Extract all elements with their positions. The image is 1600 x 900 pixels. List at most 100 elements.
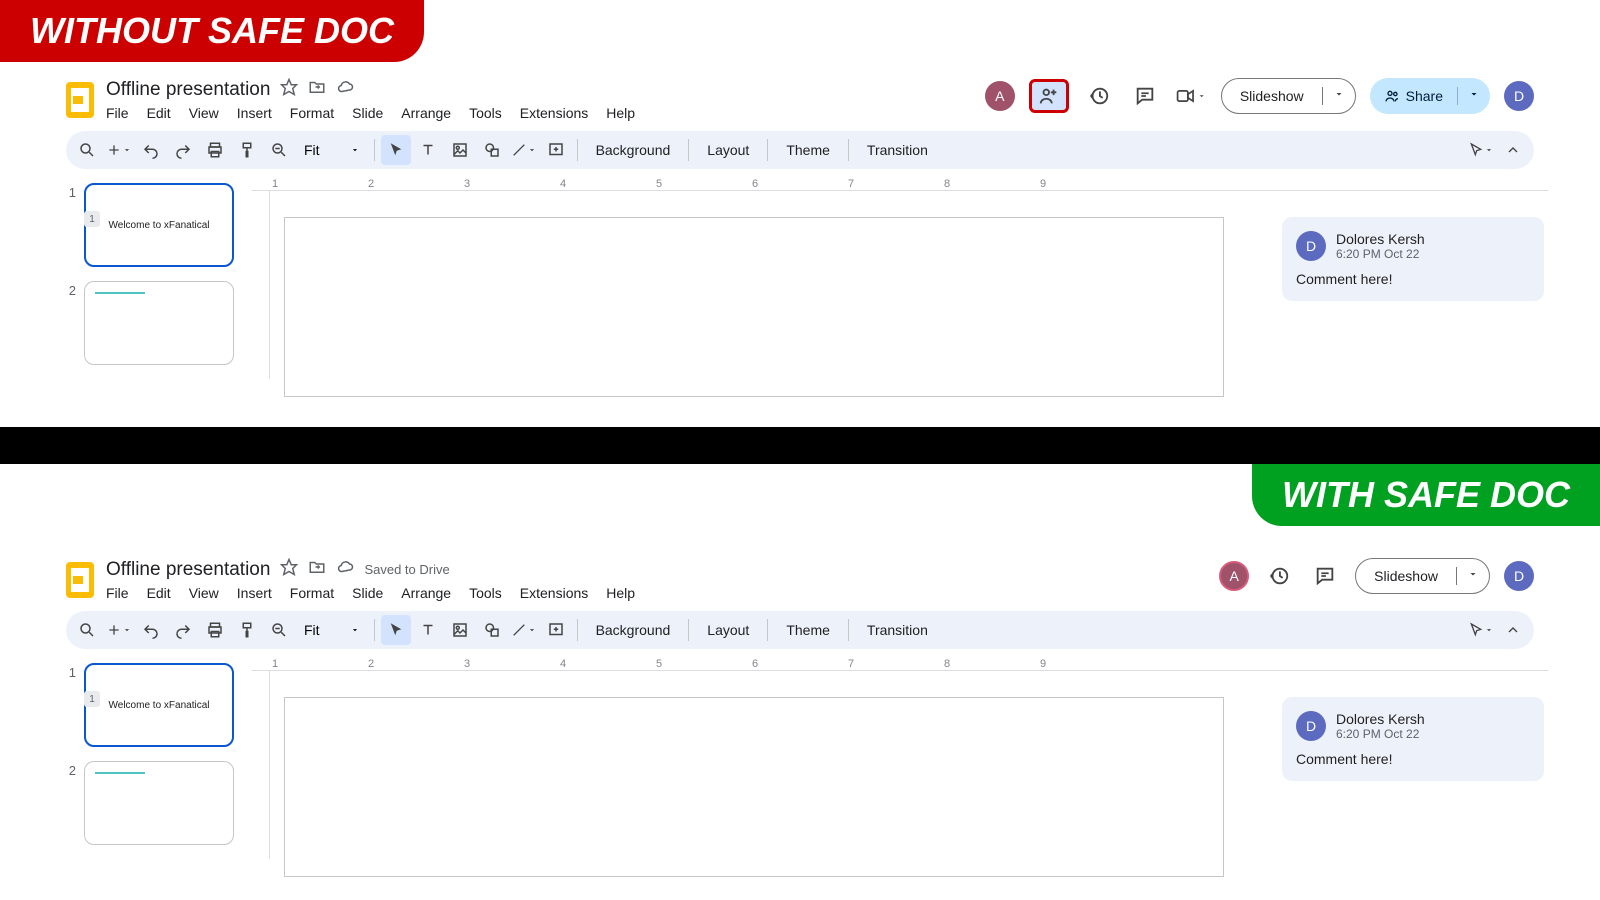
slides-logo-icon[interactable] bbox=[66, 562, 94, 598]
meet-icon[interactable] bbox=[1175, 80, 1207, 112]
new-slide-icon[interactable] bbox=[104, 615, 134, 645]
menu-edit[interactable]: Edit bbox=[147, 105, 171, 121]
layout-button[interactable]: Layout bbox=[695, 622, 761, 638]
undo-icon[interactable] bbox=[136, 615, 166, 645]
transition-button[interactable]: Transition bbox=[855, 142, 940, 158]
add-person-highlighted-icon[interactable] bbox=[1029, 79, 1069, 113]
menu-file[interactable]: File bbox=[106, 585, 129, 601]
move-folder-icon[interactable] bbox=[308, 558, 326, 581]
search-icon[interactable] bbox=[72, 615, 102, 645]
textbox-icon[interactable] bbox=[413, 135, 443, 165]
menu-arrange[interactable]: Arrange bbox=[401, 105, 451, 121]
background-button[interactable]: Background bbox=[584, 142, 683, 158]
background-button[interactable]: Background bbox=[584, 622, 683, 638]
print-icon[interactable] bbox=[200, 615, 230, 645]
menu-format[interactable]: Format bbox=[290, 105, 334, 121]
slide-thumbnail-2[interactable] bbox=[84, 281, 234, 365]
slideshow-dropdown-icon[interactable] bbox=[1322, 87, 1355, 105]
account-avatar-d[interactable]: D bbox=[1504, 561, 1534, 591]
comment-count-badge[interactable]: 1 bbox=[84, 211, 100, 227]
redo-icon[interactable] bbox=[168, 615, 198, 645]
menu-edit[interactable]: Edit bbox=[147, 585, 171, 601]
line-icon[interactable] bbox=[509, 135, 539, 165]
slideshow-button[interactable]: Slideshow bbox=[1355, 558, 1490, 594]
comment-author-name: Dolores Kersh bbox=[1336, 711, 1425, 727]
pointer-mode-icon[interactable] bbox=[1466, 615, 1496, 645]
zoom-icon[interactable] bbox=[264, 135, 294, 165]
textbox-icon[interactable] bbox=[413, 615, 443, 645]
document-title[interactable]: Offline presentation bbox=[106, 79, 270, 101]
comment-add-icon[interactable] bbox=[541, 135, 571, 165]
menu-tools[interactable]: Tools bbox=[469, 585, 502, 601]
menu-extensions[interactable]: Extensions bbox=[520, 585, 588, 601]
cloud-status-icon[interactable] bbox=[336, 558, 354, 581]
comment-card[interactable]: D Dolores Kersh 6:20 PM Oct 22 Comment h… bbox=[1282, 217, 1544, 301]
paint-format-icon[interactable] bbox=[232, 615, 262, 645]
collaborator-avatar-a[interactable]: A bbox=[1219, 561, 1249, 591]
collapse-toolbar-icon[interactable] bbox=[1498, 615, 1528, 645]
document-title[interactable]: Offline presentation bbox=[106, 559, 270, 581]
slide-canvas[interactable] bbox=[284, 697, 1224, 877]
select-tool-icon[interactable] bbox=[381, 615, 411, 645]
menu-extensions[interactable]: Extensions bbox=[520, 105, 588, 121]
new-slide-icon[interactable] bbox=[104, 135, 134, 165]
slideshow-label[interactable]: Slideshow bbox=[1356, 568, 1456, 584]
menu-slide[interactable]: Slide bbox=[352, 105, 383, 121]
menu-slide[interactable]: Slide bbox=[352, 585, 383, 601]
zoom-icon[interactable] bbox=[264, 615, 294, 645]
version-history-icon[interactable] bbox=[1263, 560, 1295, 592]
menu-tools[interactable]: Tools bbox=[469, 105, 502, 121]
layout-button[interactable]: Layout bbox=[695, 142, 761, 158]
shape-icon[interactable] bbox=[477, 135, 507, 165]
share-dropdown-icon[interactable] bbox=[1457, 87, 1490, 105]
menu-help[interactable]: Help bbox=[606, 585, 635, 601]
slide-canvas[interactable] bbox=[284, 217, 1224, 397]
comment-card[interactable]: D Dolores Kersh 6:20 PM Oct 22 Comment h… bbox=[1282, 697, 1544, 781]
redo-icon[interactable] bbox=[168, 135, 198, 165]
menu-format[interactable]: Format bbox=[290, 585, 334, 601]
slideshow-label[interactable]: Slideshow bbox=[1222, 88, 1322, 104]
comments-icon[interactable] bbox=[1129, 80, 1161, 112]
pointer-mode-icon[interactable] bbox=[1466, 135, 1496, 165]
slide-thumbnail-2[interactable] bbox=[84, 761, 234, 845]
menu-file[interactable]: File bbox=[106, 105, 129, 121]
star-icon[interactable] bbox=[280, 558, 298, 581]
star-icon[interactable] bbox=[280, 78, 298, 101]
slides-logo-icon[interactable] bbox=[66, 82, 94, 118]
collaborator-avatar-a[interactable]: A bbox=[985, 81, 1015, 111]
menu-insert[interactable]: Insert bbox=[237, 585, 272, 601]
image-icon[interactable] bbox=[445, 135, 475, 165]
account-avatar-d[interactable]: D bbox=[1504, 81, 1534, 111]
zoom-select[interactable]: Fit bbox=[296, 622, 368, 638]
share-main[interactable]: Share bbox=[1370, 88, 1457, 104]
move-folder-icon[interactable] bbox=[308, 78, 326, 101]
slide-thumbnail-1[interactable]: Welcome to xFanatical 1 bbox=[84, 663, 234, 747]
line-icon[interactable] bbox=[509, 615, 539, 645]
menu-insert[interactable]: Insert bbox=[237, 105, 272, 121]
image-icon[interactable] bbox=[445, 615, 475, 645]
shape-icon[interactable] bbox=[477, 615, 507, 645]
slide-thumbnail-1[interactable]: Welcome to xFanatical 1 bbox=[84, 183, 234, 267]
slideshow-dropdown-icon[interactable] bbox=[1456, 567, 1489, 585]
share-button[interactable]: Share bbox=[1370, 78, 1490, 114]
undo-icon[interactable] bbox=[136, 135, 166, 165]
theme-button[interactable]: Theme bbox=[774, 622, 842, 638]
cloud-status-icon[interactable] bbox=[336, 78, 354, 101]
menu-view[interactable]: View bbox=[189, 105, 219, 121]
comments-icon[interactable] bbox=[1309, 560, 1341, 592]
slideshow-button[interactable]: Slideshow bbox=[1221, 78, 1356, 114]
select-tool-icon[interactable] bbox=[381, 135, 411, 165]
menu-help[interactable]: Help bbox=[606, 105, 635, 121]
search-icon[interactable] bbox=[72, 135, 102, 165]
comment-add-icon[interactable] bbox=[541, 615, 571, 645]
theme-button[interactable]: Theme bbox=[774, 142, 842, 158]
transition-button[interactable]: Transition bbox=[855, 622, 940, 638]
paint-format-icon[interactable] bbox=[232, 135, 262, 165]
comment-count-badge[interactable]: 1 bbox=[84, 691, 100, 707]
menu-arrange[interactable]: Arrange bbox=[401, 585, 451, 601]
print-icon[interactable] bbox=[200, 135, 230, 165]
menu-view[interactable]: View bbox=[189, 585, 219, 601]
zoom-select[interactable]: Fit bbox=[296, 142, 368, 158]
collapse-toolbar-icon[interactable] bbox=[1498, 135, 1528, 165]
version-history-icon[interactable] bbox=[1083, 80, 1115, 112]
